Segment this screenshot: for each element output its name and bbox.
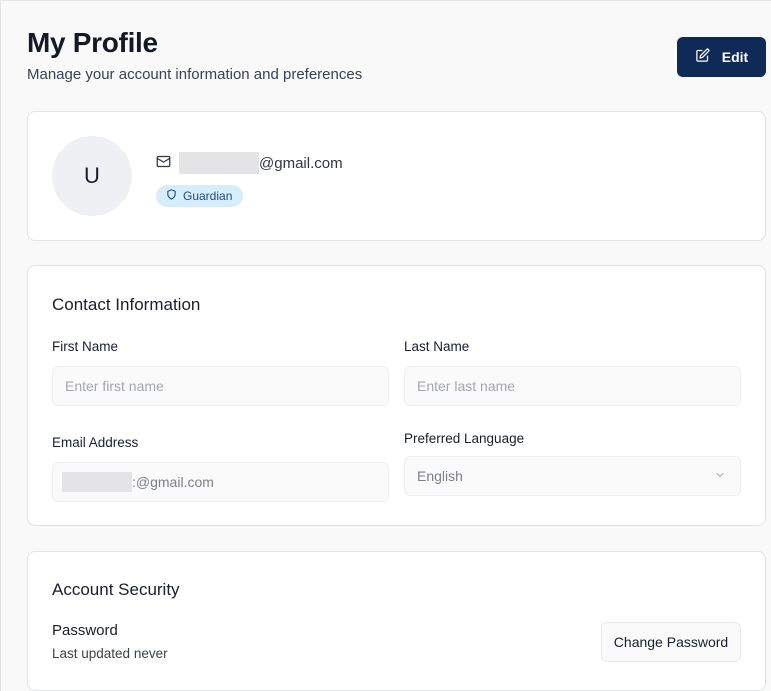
contact-information-card: Contact Information First Name Enter fir…: [27, 265, 766, 526]
first-name-input[interactable]: Enter first name: [52, 366, 389, 406]
edit-button-label: Edit: [721, 49, 749, 65]
redacted-email-user: [62, 472, 132, 492]
page-title: My Profile: [27, 27, 158, 58]
preferred-language-label: Preferred Language: [404, 431, 525, 446]
redacted-email-user: [179, 152, 259, 174]
password-last-updated: Last updated never: [52, 646, 168, 661]
role-badge: Guardian: [156, 185, 244, 207]
pencil-square-icon: [695, 48, 710, 66]
role-badge-label: Guardian: [183, 189, 233, 203]
avatar: U: [52, 136, 132, 216]
chevron-down-icon: [714, 468, 726, 484]
change-password-button[interactable]: Change Password: [601, 622, 741, 662]
preferred-language-select[interactable]: English: [404, 456, 741, 496]
last-name-placeholder: Enter last name: [417, 378, 516, 394]
mail-icon: [156, 154, 171, 173]
last-name-input[interactable]: Enter last name: [404, 366, 741, 406]
email-address-field[interactable]: :@gmail.com: [52, 462, 389, 502]
first-name-placeholder: Enter first name: [65, 378, 164, 394]
preferred-language-value: English: [417, 468, 463, 484]
email-address-value: :@gmail.com: [132, 474, 214, 490]
edit-button[interactable]: Edit: [677, 37, 766, 77]
shield-icon: [166, 189, 177, 203]
password-label: Password: [52, 622, 118, 639]
account-security-card: Account Security Password Last updated n…: [27, 551, 766, 691]
last-name-label: Last Name: [404, 339, 470, 354]
profile-summary-card: U @gmail.com Guardian: [27, 111, 766, 241]
first-name-label: First Name: [52, 339, 119, 354]
profile-email: @gmail.com: [156, 152, 343, 174]
page-subtitle: Manage your account information and pref…: [27, 66, 363, 83]
profile-email-suffix: @gmail.com: [259, 154, 343, 172]
email-address-label: Email Address: [52, 435, 139, 450]
security-section-title: Account Security: [52, 580, 180, 599]
contact-section-title: Contact Information: [52, 295, 201, 314]
